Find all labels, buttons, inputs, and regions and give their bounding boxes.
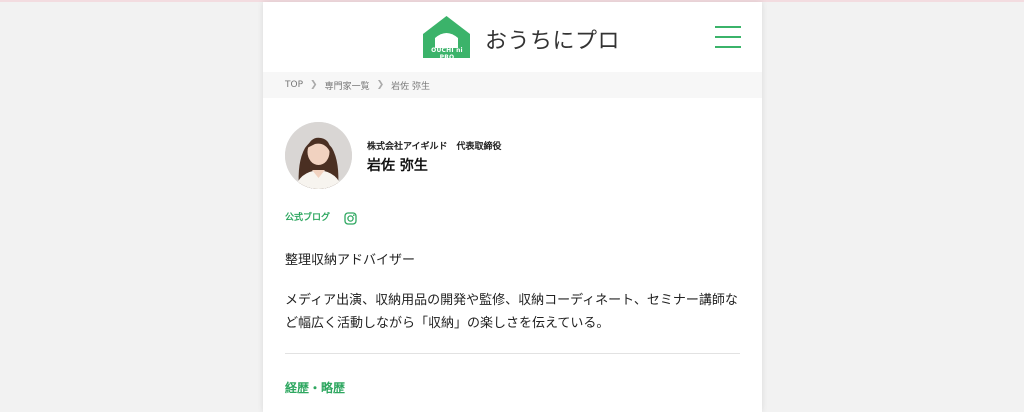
logo-mark-text: OUCHI ni PRO (431, 47, 463, 61)
profile-header: 株式会社アイギルド 代表取締役 岩佐 弥生 (263, 98, 762, 198)
site-logo[interactable]: OUCHI ni PRO おうちにプロ (421, 14, 621, 61)
logo-text: おうちにプロ (485, 29, 621, 54)
career-section-title: 経歴・略歴 (285, 381, 346, 395)
house-logo-icon: OUCHI ni PRO (421, 14, 472, 61)
expert-name: 岩佐 弥生 (367, 158, 428, 174)
chevron-right-icon: ❯ (310, 80, 318, 90)
official-blog-link[interactable]: 公式ブログ (285, 210, 330, 223)
hamburger-menu-icon[interactable] (715, 25, 741, 49)
site-header: OUCHI ni PRO おうちにプロ (263, 2, 762, 72)
occupation: 整理収納アドバイザー (285, 253, 416, 268)
company-title: 株式会社アイギルド 代表取締役 (367, 142, 502, 152)
instagram-icon[interactable] (344, 210, 357, 225)
chevron-right-icon: ❯ (376, 80, 385, 90)
profile-links: 公式ブログ (285, 210, 357, 225)
divider (285, 353, 740, 354)
profile-description: メディア出演、収納用品の開発や監修、収納コーディネート、セミナー講師など幅広く活… (285, 293, 738, 331)
breadcrumb: TOP ❯ 専門家一覧 ❯ 岩佐 弥生 (263, 72, 762, 98)
avatar (285, 122, 352, 189)
breadcrumb-item-experts[interactable]: 専門家一覧 (325, 79, 370, 92)
breadcrumb-item-top[interactable]: TOP (285, 80, 303, 90)
breadcrumb-item-current: 岩佐 弥生 (391, 81, 430, 92)
page-container: OUCHI ni PRO おうちにプロ TOP ❯ 専門家一覧 ❯ 岩佐 弥生 … (263, 2, 762, 412)
